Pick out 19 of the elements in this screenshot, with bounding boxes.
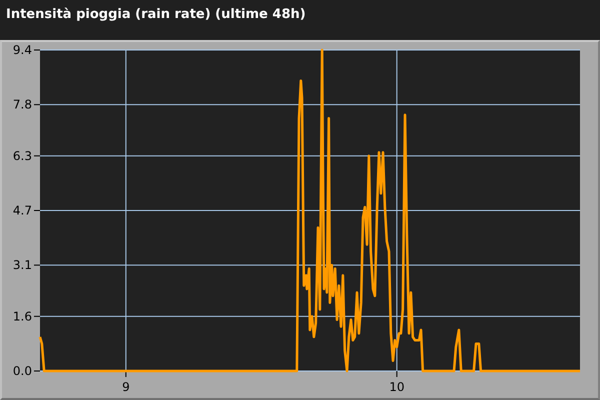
y-tick-label: 4.7	[12, 204, 40, 218]
x-tick-label: 10	[389, 370, 404, 394]
y-tick-label: 6.3	[12, 148, 40, 163]
chart-title: Intensità pioggia (rain rate) (ultime 48h)	[6, 7, 306, 22]
y-tick-label: 6.3	[12, 148, 32, 163]
y-tick-label: 1.6	[12, 309, 32, 324]
y-tick-label: 9.4	[12, 43, 40, 57]
y-tick-label: 7.8	[12, 98, 40, 112]
y-tick-label: 4.7	[12, 204, 32, 218]
x-tick-label: 9	[122, 380, 130, 394]
y-tick-label: 0.0	[12, 364, 32, 378]
y-tick-label: 7.8	[12, 98, 32, 112]
y-tick-label: 1.6	[12, 309, 40, 324]
y-tick-label: 3.1	[12, 258, 32, 272]
y-tick-label: 9.4	[12, 43, 32, 57]
y-tick-label: 3.1	[12, 258, 40, 272]
x-tick-label: 10	[389, 380, 404, 394]
y-tick-label: 0.0	[12, 364, 40, 378]
x-tick-label: 9	[122, 370, 130, 394]
